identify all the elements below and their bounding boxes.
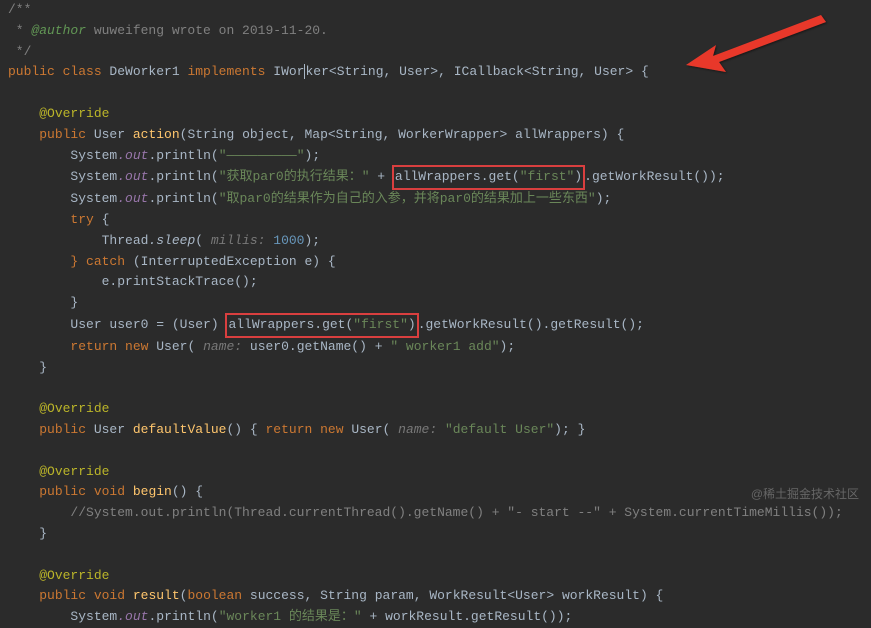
kw-catch: } — [70, 254, 86, 269]
thread-sleep: Thread — [102, 233, 149, 248]
string-result: "worker1 的结果是：" — [219, 609, 362, 624]
kw-return: return new — [70, 339, 156, 354]
string-add: " worker1 add" — [390, 339, 499, 354]
string-dash: "—————————" — [219, 148, 305, 163]
hint-name: name: — [203, 339, 250, 354]
user0-post: .getWorkResult().getResult(); — [418, 317, 644, 332]
override-annotation: @Override — [39, 464, 109, 479]
method-action: action — [133, 127, 180, 142]
highlight-2: allWrappers.get("first") — [226, 314, 417, 337]
result-sig: success, String param, WorkResult<User> … — [250, 588, 663, 603]
author-tag: @author — [31, 23, 86, 38]
code-editor[interactable]: /** * @author wuweifeng wrote on 2019-11… — [8, 0, 871, 628]
printstack: e.printStackTrace(); — [102, 274, 258, 289]
ret-type: User — [94, 127, 133, 142]
override-annotation: @Override — [39, 106, 109, 121]
method-sig: (String object, Map<String, WorkerWrappe… — [180, 127, 625, 142]
kw-public: public — [39, 127, 94, 142]
doc-comment-close: */ — [8, 44, 31, 59]
kw-class: class — [63, 64, 110, 79]
generics-2: <String, User> { — [524, 64, 649, 79]
hint-millis: millis: — [211, 233, 273, 248]
highlight-1: allWrappers.get("first") — [393, 166, 584, 189]
user0-pre: User user0 = (User) — [70, 317, 226, 332]
author-text: wuweifeng wrote on 2019-11-20. — [86, 23, 328, 38]
generics-1: <String, User>, — [329, 64, 454, 79]
catch-sig: (InterruptedException e) { — [133, 254, 336, 269]
doc-line: * — [8, 23, 31, 38]
doc-comment-open: /** — [8, 2, 31, 17]
method-result: result — [133, 588, 180, 603]
commented-code: //System.out.println(Thread.currentThrea… — [70, 505, 842, 520]
method-begin: begin — [133, 484, 172, 499]
println: println — [156, 148, 211, 163]
getworkresult: .getWorkResult()); — [584, 169, 724, 184]
out-field: .out — [117, 148, 148, 163]
override-annotation: @Override — [39, 401, 109, 416]
num-1000: 1000 — [273, 233, 304, 248]
string-cn1: "获取par0的执行结果：" — [219, 169, 370, 184]
string-cn2: "取par0的结果作为自己的入参，并将par0的结果加上一些东西" — [219, 191, 596, 206]
watermark-text: @稀土掘金技术社区 — [751, 485, 859, 504]
type-icallback: ICallback — [454, 64, 524, 79]
type-iworker: IWorker — [273, 64, 329, 79]
method-defaultValue: defaultValue — [133, 422, 227, 437]
override-annotation: @Override — [39, 568, 109, 583]
kw-try: try — [70, 212, 101, 227]
kw-public: public — [8, 64, 63, 79]
kw-implements: implements — [187, 64, 273, 79]
sys: System — [70, 148, 117, 163]
string-default: "default User" — [445, 422, 554, 437]
class-name: DeWorker1 — [109, 64, 187, 79]
